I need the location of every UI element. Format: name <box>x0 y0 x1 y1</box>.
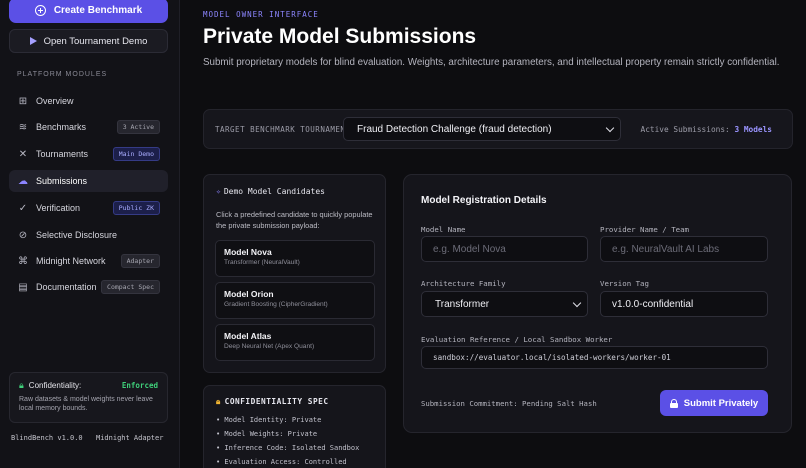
architecture-select[interactable]: Transformer <box>421 291 588 317</box>
spec-item: • Model Identity: Private <box>216 416 322 424</box>
platform-modules-heading: PLATFORM MODULES <box>17 71 108 78</box>
create-benchmark-button[interactable]: Create Benchmark <box>9 0 168 23</box>
chevron-down-icon <box>572 298 582 308</box>
provider-label: Provider Name / Team <box>600 225 689 234</box>
swords-icon: ✕ <box>18 148 28 160</box>
tournament-select[interactable]: Fraud Detection Challenge (fraud detecti… <box>343 117 621 141</box>
sidebar-item-label: Midnight Network <box>36 256 106 266</box>
create-benchmark-label: Create Benchmark <box>53 5 143 16</box>
evaluation-reference-input[interactable]: sandbox://evaluator.local/isolated-worke… <box>421 346 768 369</box>
sidebar-item-selective-disclosure[interactable]: ⊘ Selective Disclosure <box>9 224 168 246</box>
demo-candidates-title-text: Demo Model Candidates <box>223 187 325 196</box>
evaluation-reference-label: Evaluation Reference / Local Sandbox Wor… <box>421 335 613 344</box>
lock-icon: 🔒︎ <box>216 397 221 406</box>
sidebar: Create Benchmark Open Tournament Demo PL… <box>0 0 180 468</box>
adapter-label: Midnight Adapter <box>96 434 164 442</box>
lock-icon <box>669 398 678 408</box>
model-name-label: Model Name <box>421 225 466 234</box>
spec-item: • Evaluation Access: Controlled <box>216 458 347 466</box>
model-registration-title: Model Registration Details <box>421 195 547 206</box>
candidate-subtitle: Gradient Boosting (CipherGradient) <box>224 301 328 308</box>
page-subtitle: Submit proprietary models for blind eval… <box>203 57 780 68</box>
eye-off-icon: ⊘ <box>18 229 28 241</box>
sidebar-item-documentation[interactable]: ▤ Documentation Compact Spec <box>9 276 168 298</box>
network-icon: ⌘ <box>18 255 28 267</box>
sidebar-item-label: Documentation <box>36 282 97 292</box>
sidebar-item-label: Benchmarks <box>36 122 87 132</box>
active-submissions-label: Active Submissions: <box>640 125 730 134</box>
sidebar-item-label: Selective Disclosure <box>36 230 118 240</box>
confidentiality-label: Confidentiality: <box>28 381 82 390</box>
target-tournament-label: TARGET BENCHMARK TOURNAMENT <box>215 125 351 134</box>
sidebar-item-tournaments[interactable]: ✕ Tournaments Main Demo <box>9 143 168 165</box>
sidebar-item-submissions[interactable]: ☁ Submissions <box>9 170 168 192</box>
sparkles-icon: ✧ <box>216 187 221 196</box>
play-icon <box>29 37 37 45</box>
version-tag-input[interactable]: v1.0.0-confidential <box>600 291 768 317</box>
sidebar-item-benchmarks[interactable]: ≋ Benchmarks 3 Active <box>9 116 168 138</box>
candidate-subtitle: Deep Neural Net (Apex Quant) <box>224 343 315 350</box>
page-kicker: MODEL OWNER INTERFACE <box>203 10 319 19</box>
candidate-card-atlas[interactable]: Model Atlas Deep Neural Net (Apex Quant) <box>215 324 375 361</box>
cloud-upload-icon: ☁ <box>18 175 28 187</box>
model-name-input[interactable]: e.g. Model Nova <box>421 236 588 262</box>
submit-privately-button[interactable]: Submit Privately <box>660 390 768 416</box>
spec-item: • Model Weights: Private <box>216 430 318 438</box>
page-title: Private Model Submissions <box>203 25 477 48</box>
architecture-label: Architecture Family <box>421 279 506 288</box>
candidate-name: Model Atlas <box>224 331 272 341</box>
sidebar-item-label: Submissions <box>36 176 88 186</box>
candidate-name: Model Nova <box>224 247 272 257</box>
confidentiality-spec-title-text: CONFIDENTIALITY SPEC <box>224 397 329 406</box>
submit-privately-label: Submit Privately <box>683 397 759 409</box>
confidentiality-status: Enforced <box>121 381 158 390</box>
confidentiality-spec-list: • Model Identity: Private • Model Weight… <box>216 413 359 468</box>
sidebar-item-label: Verification <box>36 203 81 213</box>
confidentiality-text: Raw datasets & model weights never leave… <box>19 396 153 413</box>
confidentiality-spec-title: 🔒︎ CONFIDENTIALITY SPEC <box>216 397 329 407</box>
confidentiality-card: 🔒︎ Confidentiality: Enforced Raw dataset… <box>9 372 168 423</box>
submission-commitment: Submission Commitment: Pending Salt Hash <box>421 399 597 408</box>
verification-badge: Public ZK <box>112 201 160 215</box>
check-icon: ✓ <box>18 202 28 214</box>
tournament-select-value: Fraud Detection Challenge (fraud detecti… <box>357 123 552 135</box>
layers-icon: ≋ <box>18 121 28 133</box>
candidate-subtitle: Transformer (NeuralVault) <box>224 259 300 266</box>
sidebar-item-label: Tournaments <box>36 149 89 159</box>
confidentiality-spec-panel: 🔒︎ CONFIDENTIALITY SPEC • Model Identity:… <box>203 385 386 468</box>
plus-circle-icon <box>34 5 46 16</box>
demo-candidates-title: ✧ Demo Model Candidates <box>216 187 325 196</box>
sidebar-item-midnight-network[interactable]: ⌘ Midnight Network Adapter <box>9 250 168 272</box>
chevron-down-icon <box>605 123 615 133</box>
architecture-select-value: Transformer <box>435 298 490 310</box>
version-label: BlindBench v1.0.0 <box>11 434 83 442</box>
sidebar-item-overview[interactable]: ⊞ Overview <box>9 90 168 112</box>
version-tag-label: Version Tag <box>600 279 649 288</box>
benchmarks-badge: 3 Active <box>116 120 160 134</box>
open-tournament-demo-label: Open Tournament Demo <box>43 35 148 47</box>
lock-icon: 🔒︎ <box>19 380 24 390</box>
tournaments-badge: Main Demo <box>112 147 160 161</box>
active-submissions: Active Submissions: 3 Models <box>641 125 772 134</box>
candidate-card-nova[interactable]: Model Nova Transformer (NeuralVault) <box>215 240 375 277</box>
documentation-badge: Compact Spec <box>101 280 160 294</box>
provider-input[interactable]: e.g. NeuralVault AI Labs <box>600 236 768 262</box>
sidebar-item-verification[interactable]: ✓ Verification Public ZK <box>9 197 168 219</box>
sidebar-item-label: Overview <box>36 96 74 106</box>
demo-candidates-panel: ✧ Demo Model Candidates Click a predefine… <box>203 174 386 373</box>
candidate-name: Model Orion <box>224 289 274 299</box>
candidate-card-orion[interactable]: Model Orion Gradient Boosting (CipherGra… <box>215 282 375 319</box>
grid-icon: ⊞ <box>18 95 28 107</box>
target-tournament-bar: TARGET BENCHMARK TOURNAMENT Fraud Detect… <box>203 109 793 149</box>
active-submissions-value: 3 Models <box>734 125 772 134</box>
spec-item: • Inference Code: Isolated Sandbox <box>216 444 360 452</box>
model-registration-panel: Model Registration Details Model Name e.… <box>403 174 792 433</box>
open-tournament-demo-button[interactable]: Open Tournament Demo <box>9 29 168 53</box>
midnight-network-badge: Adapter <box>120 254 160 268</box>
demo-candidates-description: Click a predefined candidate to quickly … <box>216 210 373 231</box>
book-icon: ▤ <box>18 281 28 293</box>
